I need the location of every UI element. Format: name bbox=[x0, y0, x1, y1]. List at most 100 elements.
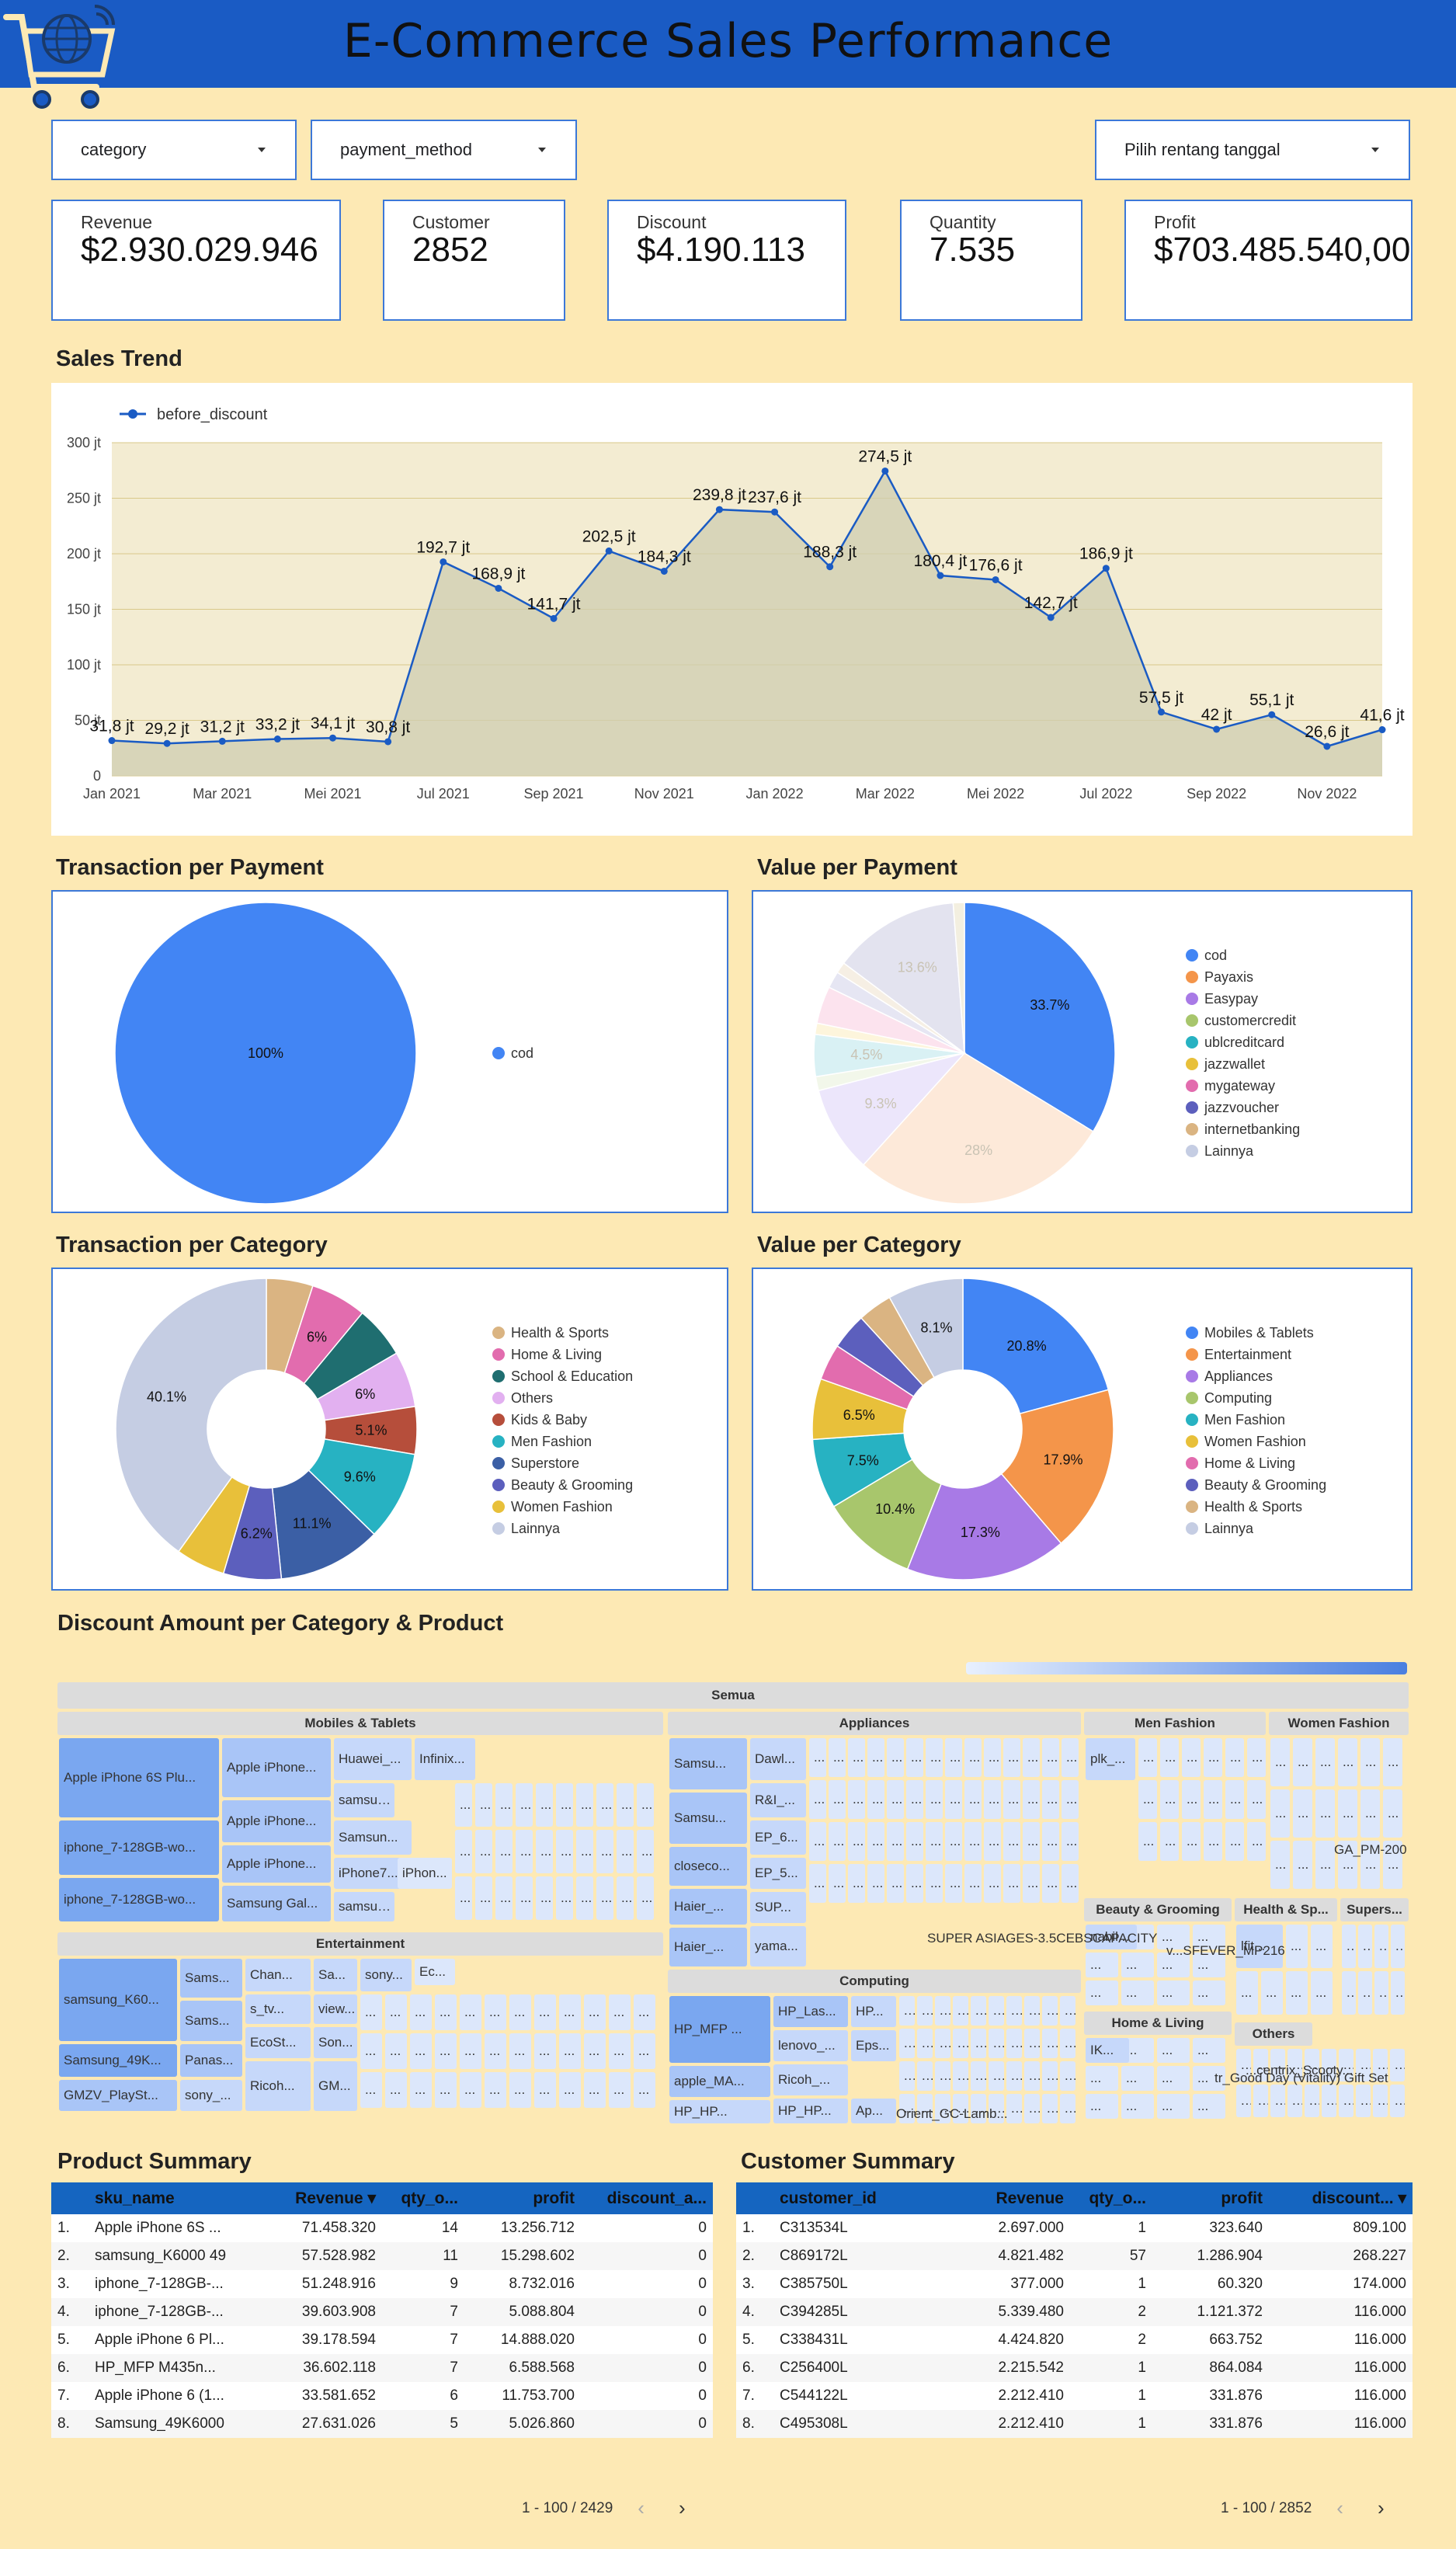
treemap-cell[interactable]: ... bbox=[1360, 1789, 1380, 1838]
prev-page-icon[interactable]: ‹ bbox=[638, 2496, 645, 2520]
treemap-cell[interactable]: ... bbox=[495, 1876, 513, 1920]
treemap-cell[interactable]: ... bbox=[1204, 1822, 1222, 1861]
treemap-cell[interactable]: ... bbox=[926, 1864, 943, 1903]
treemap-cell[interactable]: ... bbox=[1360, 1738, 1380, 1786]
treemap-group-label[interactable]: Entertainment bbox=[57, 1932, 663, 1956]
treemap-cell[interactable]: ... bbox=[917, 2029, 933, 2058]
treemap-cell[interactable]: ... bbox=[1225, 1822, 1244, 1861]
treemap-cell[interactable]: ... bbox=[1024, 2029, 1040, 2058]
treemap-cell[interactable]: ... bbox=[596, 1830, 613, 1873]
treemap-cell[interactable]: ... bbox=[1374, 1925, 1388, 1968]
treemap-cell[interactable]: ... bbox=[1261, 1971, 1283, 2015]
treemap-cell[interactable]: ... bbox=[360, 2072, 382, 2108]
col-header-profit[interactable]: profit bbox=[1152, 2182, 1269, 2214]
col-header-revenue[interactable]: Revenue ▾ bbox=[252, 2182, 382, 2214]
treemap-cell[interactable]: ... bbox=[1024, 1996, 1040, 2026]
treemap-cell[interactable]: ... bbox=[1042, 1822, 1059, 1861]
col-header-sku-name[interactable]: sku_name bbox=[89, 2182, 252, 2214]
treemap-cell[interactable]: ... bbox=[1023, 1738, 1040, 1777]
col-header-qty[interactable]: qty_o... bbox=[1070, 2182, 1152, 2214]
treemap-cell[interactable]: ... bbox=[1024, 2061, 1040, 2091]
treemap-group-label[interactable]: Health & Sp... bbox=[1235, 1898, 1337, 1921]
treemap-cell[interactable]: ... bbox=[1006, 1996, 1022, 2026]
treemap-cell[interactable]: ... bbox=[829, 1738, 846, 1777]
treemap-cell[interactable]: Ap... bbox=[851, 2099, 896, 2123]
treemap-cell[interactable]: ... bbox=[1182, 1822, 1201, 1861]
treemap-cell[interactable]: ... bbox=[584, 2072, 606, 2108]
treemap-cell[interactable]: Apple iPhone... bbox=[222, 1800, 331, 1842]
next-page-icon[interactable]: › bbox=[1378, 2496, 1385, 2520]
treemap-cell[interactable]: ... bbox=[1253, 2085, 1268, 2117]
treemap-cell[interactable]: Ricoh_... bbox=[773, 2064, 848, 2095]
treemap-cell[interactable]: Haier_... bbox=[669, 1889, 747, 1925]
treemap-group-label[interactable]: Home & Living bbox=[1084, 2012, 1232, 2035]
treemap-cell[interactable]: ... bbox=[887, 1780, 904, 1819]
treemap-cell[interactable]: ... bbox=[1023, 1822, 1040, 1861]
treemap-cell[interactable]: ... bbox=[1225, 1738, 1244, 1777]
treemap-cell[interactable]: ... bbox=[1270, 1789, 1290, 1838]
treemap-cell[interactable]: Huawei_... bbox=[334, 1738, 412, 1780]
treemap-cell[interactable]: plk_... bbox=[1086, 1738, 1135, 1780]
treemap-cell[interactable]: ... bbox=[1182, 1780, 1201, 1819]
treemap-cell[interactable]: ... bbox=[1157, 2038, 1190, 2063]
treemap-cell[interactable]: ... bbox=[1023, 1864, 1040, 1903]
treemap-cell[interactable]: Samsung_49K... bbox=[59, 2044, 177, 2077]
treemap-cell[interactable]: ... bbox=[609, 2033, 631, 2069]
treemap-cell[interactable]: ... bbox=[475, 1783, 492, 1827]
treemap-cell[interactable]: ... bbox=[360, 2033, 382, 2069]
treemap-cell[interactable]: ... bbox=[809, 1738, 826, 1777]
treemap-cell[interactable]: ... bbox=[1042, 1780, 1059, 1819]
table-row[interactable]: 5. Apple iPhone 6 Pl... 39.178.594 7 14.888.… bbox=[51, 2326, 713, 2354]
treemap-cell[interactable]: ... bbox=[935, 2029, 950, 2058]
treemap-cell[interactable]: iphone_7-128GB-wo... bbox=[59, 1878, 219, 1921]
treemap-cell[interactable]: ... bbox=[1293, 1738, 1312, 1786]
treemap-cell[interactable]: ... bbox=[1060, 2029, 1075, 2058]
treemap-cell[interactable]: ... bbox=[534, 2072, 556, 2108]
treemap-group-label[interactable]: Others bbox=[1235, 2022, 1312, 2046]
treemap-cell[interactable]: ... bbox=[964, 1780, 982, 1819]
treemap-cell[interactable]: ... bbox=[1060, 1996, 1075, 2026]
treemap-cell[interactable]: ... bbox=[1042, 2029, 1058, 2058]
treemap-cell[interactable]: ... bbox=[984, 1780, 1001, 1819]
treemap-cell[interactable]: ... bbox=[1356, 2085, 1371, 2117]
treemap-cell[interactable]: ... bbox=[809, 1780, 826, 1819]
table-row[interactable]: 3. iphone_7-128GB-... 51.248.916 9 8.732.016… bbox=[51, 2270, 713, 2298]
treemap-cell[interactable]: ... bbox=[1315, 1738, 1335, 1786]
treemap-cell[interactable]: Samsun... bbox=[334, 1820, 412, 1855]
treemap-cell[interactable]: iPhon... bbox=[398, 1858, 452, 1889]
treemap-cell[interactable]: ... bbox=[926, 1780, 943, 1819]
treemap-cell[interactable]: ... bbox=[935, 1996, 950, 2026]
treemap-cell[interactable]: ... bbox=[917, 1996, 933, 2026]
treemap-cell[interactable]: ... bbox=[971, 1996, 986, 2026]
treemap-cell[interactable]: ... bbox=[1024, 2094, 1040, 2123]
treemap-cell[interactable]: ... bbox=[1247, 1738, 1266, 1777]
treemap-cell[interactable]: ... bbox=[1311, 1925, 1333, 1968]
treemap-cell[interactable]: ... bbox=[455, 1783, 472, 1827]
treemap-cell[interactable]: ... bbox=[410, 2033, 432, 2069]
treemap-cell[interactable]: ... bbox=[848, 1822, 865, 1861]
treemap-cell[interactable]: ... bbox=[495, 1830, 513, 1873]
treemap-cell[interactable]: ... bbox=[848, 1738, 865, 1777]
treemap-cell[interactable]: ... bbox=[1204, 1738, 1222, 1777]
treemap-cell[interactable]: Son... bbox=[314, 2027, 357, 2058]
treemap-cell[interactable]: ... bbox=[1247, 1822, 1266, 1861]
table-row[interactable]: 2. samsung_K6000 49 57.528.982 11 15.298.602… bbox=[51, 2242, 713, 2270]
treemap-cell[interactable]: ... bbox=[385, 2033, 407, 2069]
treemap-cell[interactable]: ... bbox=[1003, 1864, 1020, 1903]
treemap-cell[interactable]: ... bbox=[536, 1783, 553, 1827]
treemap-cell[interactable]: Apple iPhone 6S Plu... bbox=[59, 1738, 219, 1817]
treemap-cell[interactable]: ... bbox=[385, 2072, 407, 2108]
treemap-cell[interactable]: ... bbox=[1006, 2061, 1022, 2091]
col-header-discount[interactable]: discount_a... bbox=[581, 2182, 713, 2214]
treemap-cell[interactable]: ... bbox=[1062, 1780, 1079, 1819]
treemap-cell[interactable]: ... bbox=[1339, 2085, 1353, 2117]
treemap-cell[interactable]: ... bbox=[596, 1783, 613, 1827]
treemap-cell[interactable]: ... bbox=[945, 1864, 962, 1903]
treemap-cell[interactable]: ... bbox=[1086, 2066, 1118, 2091]
treemap-cell[interactable]: ... bbox=[455, 1830, 472, 1873]
treemap-cell[interactable]: ... bbox=[1042, 1996, 1058, 2026]
treemap-cell[interactable]: ... bbox=[809, 1864, 826, 1903]
treemap-cell[interactable]: Chan... bbox=[245, 1959, 311, 1991]
treemap-cell[interactable]: EP_6... bbox=[750, 1820, 806, 1855]
treemap-cell[interactable]: ... bbox=[867, 1738, 884, 1777]
